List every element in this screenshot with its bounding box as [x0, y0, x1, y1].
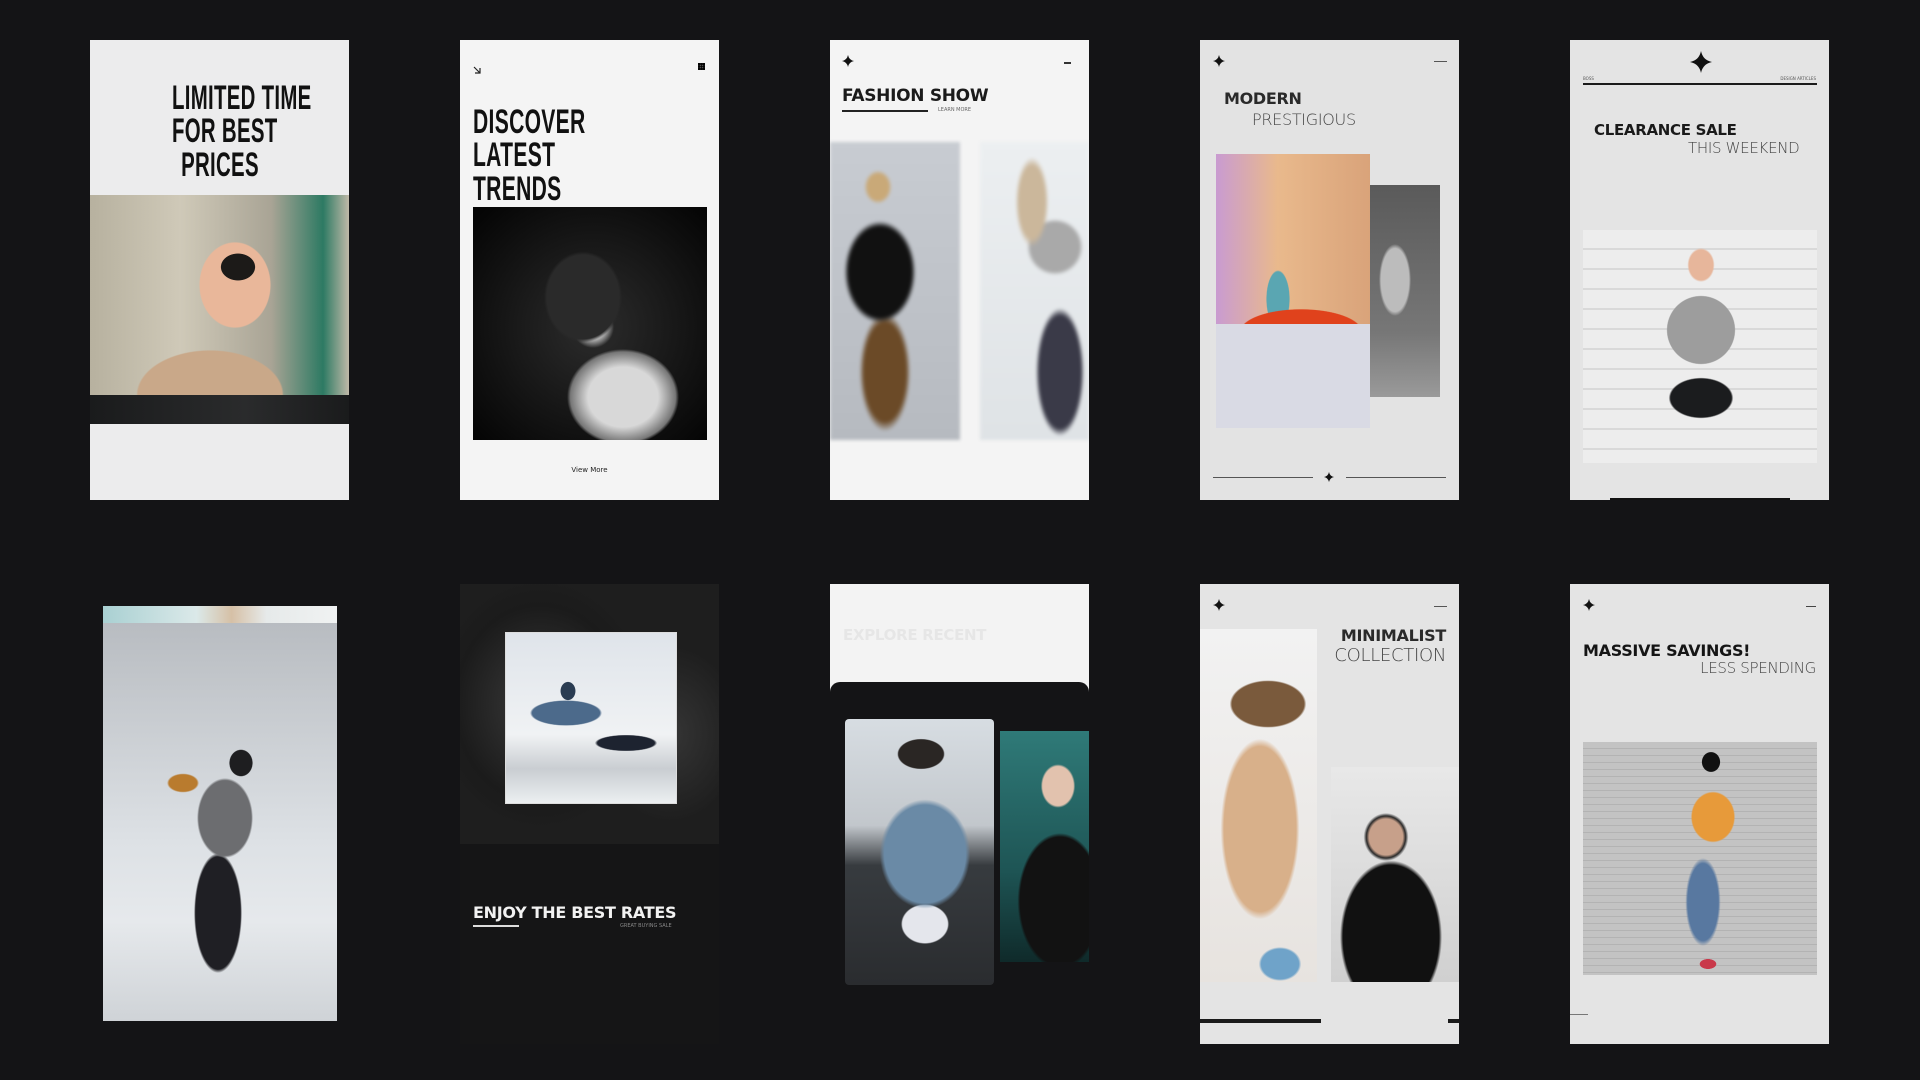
card-subtitle: COLLECTION — [1334, 645, 1446, 666]
menu-icon[interactable] — [1434, 61, 1447, 62]
card-limited-time[interactable]: LIMITED TIME FOR BEST PRICES — [90, 40, 349, 500]
photo-man-dancing — [103, 623, 337, 1021]
header-label-right: DESIGN ARTICLES — [1780, 76, 1816, 81]
headline-line: PRICES — [180, 145, 259, 184]
progress-bar — [1570, 1014, 1588, 1015]
card-minimalist-collection[interactable]: MINIMALIST COLLECTION — [1200, 584, 1459, 1044]
photo-woman-black-sweater — [1000, 731, 1089, 962]
menu-icon[interactable] — [1064, 62, 1071, 64]
card-modern-prestigious[interactable]: MODERN PRESTIGIOUS — [1200, 40, 1459, 500]
sparkle-icon — [1213, 599, 1225, 611]
photo-man-denim-jacket — [845, 719, 994, 985]
card-discover-trends[interactable]: DISCOVER LATEST TRENDS View More — [460, 40, 719, 500]
title-underline — [842, 110, 928, 112]
card-headline: LIMITED TIME FOR BEST PRICES — [90, 79, 349, 184]
sparkle-icon — [1324, 472, 1334, 482]
learn-more-link[interactable]: LEARN MORE — [938, 107, 971, 113]
header-label-left: BOSS — [1583, 76, 1594, 81]
sparkle-icon — [1690, 51, 1712, 73]
card-fashion-show[interactable]: FASHION SHOW LEARN MORE — [830, 40, 1089, 500]
card-title: ENJOY THE BEST RATES — [473, 903, 677, 922]
progress-bar-next — [1448, 1019, 1459, 1023]
card-title: MODERN — [1224, 89, 1302, 108]
card-best-rates[interactable]: ENJOY THE BEST RATES GREAT BUYING SALE — [460, 584, 719, 1044]
sparkle-icon — [842, 55, 854, 67]
headline-line: LATEST — [473, 136, 556, 175]
grid-icon[interactable] — [698, 63, 705, 70]
photo-man-orange-shirt — [1583, 742, 1817, 975]
sparkle-icon — [1583, 599, 1595, 611]
footer-line-right — [1346, 477, 1446, 478]
headline-line: LIMITED TIME — [171, 79, 312, 117]
card-title: CLEARANCE SALE — [1594, 121, 1737, 139]
footer-line-left — [1213, 477, 1313, 478]
photo-bw-woman-dress — [1370, 185, 1440, 397]
photo-woman-hat — [1200, 629, 1317, 982]
card-subtitle: GREAT BUYING SALE — [620, 923, 672, 929]
photo-woman-black-blouse — [1331, 767, 1459, 982]
card-subtitle: PRESTIGIOUS — [1252, 110, 1356, 129]
sparkle-icon — [1213, 55, 1225, 67]
arrow-down-right-icon[interactable] — [473, 61, 481, 74]
photo-man-black-jacket — [830, 142, 960, 440]
photo-woman-sunglasses — [90, 195, 349, 424]
card-title: EXPLORE RECENT — [843, 626, 987, 644]
card-title: MASSIVE SAVINGS! — [1583, 641, 1751, 660]
headline-line: DISCOVER — [473, 103, 586, 141]
card-title: MINIMALIST — [1340, 626, 1446, 645]
menu-icon[interactable] — [1806, 606, 1816, 607]
card-clearance-sale[interactable]: BOSS DESIGN ARTICLES CLEARANCE SALE THIS… — [1570, 40, 1829, 500]
card-subtitle: LESS SPENDING — [1700, 659, 1816, 677]
header-rule — [1583, 83, 1817, 85]
menu-icon[interactable] — [1434, 606, 1447, 607]
card-massive-savings[interactable]: MASSIVE SAVINGS! LESS SPENDING — [1570, 584, 1829, 1044]
photo-woman-usa-shirt — [1583, 230, 1817, 463]
photo-top-strip — [103, 606, 337, 623]
photo-man-jumping — [505, 632, 677, 804]
progress-bar — [1610, 498, 1790, 500]
card-headline: DISCOVER LATEST TRENDS — [473, 103, 655, 208]
headline-line: FOR BEST — [171, 112, 278, 151]
photo-bw-woman — [473, 207, 707, 440]
progress-bar — [1200, 1019, 1321, 1023]
view-more-link[interactable]: View More — [460, 466, 719, 474]
card-dancer[interactable] — [90, 584, 349, 1044]
title-underline — [473, 925, 519, 927]
photo-woman-red-car — [1216, 154, 1370, 428]
card-subtitle: THIS WEEKEND — [1688, 139, 1800, 157]
photo-woman-grey-top — [980, 142, 1089, 440]
card-explore-recent[interactable]: EXPLORE RECENT — [830, 584, 1089, 1044]
card-title: FASHION SHOW — [842, 86, 989, 106]
headline-line: TRENDS — [473, 169, 562, 208]
